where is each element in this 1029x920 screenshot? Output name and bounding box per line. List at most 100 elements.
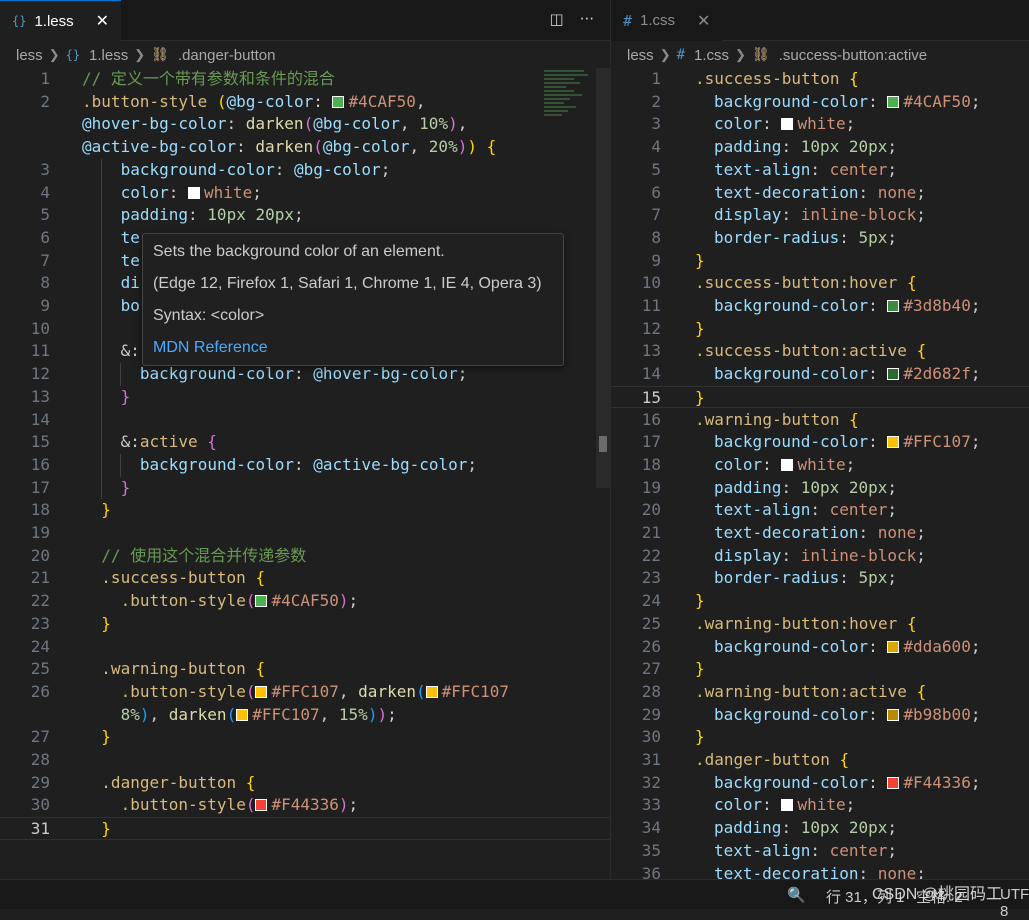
color-swatch[interactable] bbox=[887, 300, 900, 312]
more-actions-icon[interactable]: ··· bbox=[580, 10, 594, 28]
code-line[interactable]: 17 background-color: #FFC107; bbox=[611, 431, 1029, 454]
code-editor-less[interactable]: 1// 定义一个带有参数和条件的混合 2 .button-style (@bg-co… bbox=[0, 68, 610, 879]
close-icon[interactable]: ✕ bbox=[697, 11, 710, 31]
code-line[interactable]: 14 bbox=[0, 409, 610, 432]
code-line[interactable]: 28 bbox=[0, 749, 610, 772]
color-swatch[interactable] bbox=[236, 708, 249, 721]
code-line[interactable]: 23} bbox=[0, 613, 610, 636]
color-swatch[interactable] bbox=[332, 95, 345, 108]
code-line[interactable]: 16 .warning-button { bbox=[611, 409, 1029, 432]
color-swatch[interactable] bbox=[887, 708, 900, 721]
breadcrumb-file[interactable]: 1.css bbox=[694, 47, 729, 64]
code-line[interactable]: 24} bbox=[611, 590, 1029, 613]
code-line[interactable]: 24 bbox=[0, 636, 610, 659]
color-swatch[interactable] bbox=[188, 186, 201, 199]
code-line[interactable]: 20 // 使用这个混合并传递参数 bbox=[0, 545, 610, 568]
code-line[interactable]: 8 border-radius: 5px; bbox=[611, 227, 1029, 250]
code-line[interactable]: 29 background-color: #b98b00; bbox=[611, 704, 1029, 727]
color-swatch[interactable] bbox=[781, 799, 794, 812]
color-swatch[interactable] bbox=[887, 368, 900, 381]
color-swatch[interactable] bbox=[255, 799, 268, 812]
breadcrumb-symbol[interactable]: .danger-button bbox=[178, 47, 276, 64]
code-line[interactable]: 18 color: white; bbox=[611, 454, 1029, 477]
code-line[interactable]: 26 background-color: #dda600; bbox=[611, 636, 1029, 659]
zoom-icon[interactable]: 🔍 bbox=[787, 886, 806, 904]
code-line[interactable]: 11 background-color: #3d8b40; bbox=[611, 295, 1029, 318]
code-line[interactable]: 22 .button-style(#4CAF50); bbox=[0, 590, 610, 613]
color-swatch[interactable] bbox=[255, 685, 268, 698]
code-line[interactable]: @hover-bg-color: darken(@bg-color, 10%), bbox=[0, 113, 610, 136]
code-line[interactable]: 21 .success-button { bbox=[0, 567, 610, 590]
encoding-status[interactable]: UTF-8 bbox=[1000, 886, 1029, 920]
code-line[interactable]: 22 display: inline-block; bbox=[611, 545, 1029, 568]
code-line[interactable]: 33 color: white; bbox=[611, 794, 1029, 817]
code-line[interactable]: @active-bg-color: darken(@bg-color, 20%)… bbox=[0, 136, 610, 159]
code-line[interactable]: 10 .success-button:hover { bbox=[611, 272, 1029, 295]
code-line[interactable]: 3 color: white; bbox=[611, 113, 1029, 136]
scrollbar-thumb[interactable] bbox=[599, 436, 607, 452]
code-line[interactable]: 13} bbox=[0, 386, 610, 409]
code-line[interactable]: 32 background-color: #F44336; bbox=[611, 772, 1029, 795]
code-line[interactable]: 17} bbox=[0, 477, 610, 500]
mdn-reference-link[interactable]: MDN Reference bbox=[153, 336, 553, 368]
code-line[interactable]: 2 background-color: #4CAF50; bbox=[611, 91, 1029, 114]
code-line[interactable]: 28 .warning-button:active { bbox=[611, 681, 1029, 704]
code-line[interactable]: 27} bbox=[611, 658, 1029, 681]
code-line[interactable]: 3 background-color: @bg-color; bbox=[0, 159, 610, 182]
code-line[interactable]: 8%), darken(#FFC107, 15%)); bbox=[0, 704, 610, 727]
code-line[interactable]: 14 background-color: #2d682f; bbox=[611, 363, 1029, 386]
color-swatch[interactable] bbox=[887, 436, 900, 449]
code-line[interactable]: 15} bbox=[611, 385, 1029, 409]
tab-1-less[interactable]: {} 1.less ✕ bbox=[0, 0, 122, 41]
code-line[interactable]: 35 text-align: center; bbox=[611, 840, 1029, 863]
code-line[interactable]: 21 text-decoration: none; bbox=[611, 522, 1029, 545]
tab-1-css[interactable]: # 1.css ✕ bbox=[611, 0, 723, 41]
code-line[interactable]: 26 .button-style(#FFC107, darken(#FFC107 bbox=[0, 681, 610, 704]
code-line[interactable]: 1 // 定义一个带有参数和条件的混合 bbox=[0, 68, 610, 91]
code-line[interactable]: 5 text-align: center; bbox=[611, 159, 1029, 182]
close-icon[interactable]: ✕ bbox=[96, 11, 109, 31]
code-line[interactable]: 25 .warning-button { bbox=[0, 658, 610, 681]
breadcrumb-file[interactable]: 1.less bbox=[89, 47, 128, 64]
color-swatch[interactable] bbox=[781, 118, 794, 131]
code-line[interactable]: 13 .success-button:active { bbox=[611, 340, 1029, 363]
code-line[interactable]: 2 .button-style (@bg-color: #4CAF50, bbox=[0, 91, 610, 114]
code-line[interactable]: 12} bbox=[611, 318, 1029, 341]
code-line[interactable]: 31} bbox=[0, 817, 610, 840]
code-line[interactable]: 16 background-color: @active-bg-color; bbox=[0, 454, 610, 477]
breadcrumb-symbol[interactable]: .success-button:active bbox=[779, 47, 927, 64]
color-swatch[interactable] bbox=[887, 640, 900, 653]
color-swatch[interactable] bbox=[887, 776, 900, 789]
code-line[interactable]: 18} bbox=[0, 499, 610, 522]
code-line[interactable]: 29 .danger-button { bbox=[0, 772, 610, 795]
code-line[interactable]: 30 .button-style(#F44336); bbox=[0, 794, 610, 817]
breadcrumb-folder[interactable]: less bbox=[627, 47, 654, 64]
code-line[interactable]: 20 text-align: center; bbox=[611, 499, 1029, 522]
code-line[interactable]: 19 bbox=[0, 522, 610, 545]
code-line[interactable]: 31 .danger-button { bbox=[611, 749, 1029, 772]
breadcrumb-folder[interactable]: less bbox=[16, 47, 43, 64]
code-line[interactable]: 4 padding: 10px 20px; bbox=[611, 136, 1029, 159]
code-line[interactable]: 15 &:active { bbox=[0, 431, 610, 454]
vertical-scrollbar[interactable] bbox=[596, 68, 610, 488]
code-line[interactable]: 27} bbox=[0, 726, 610, 749]
color-swatch[interactable] bbox=[255, 595, 268, 608]
code-line[interactable]: 7 display: inline-block; bbox=[611, 204, 1029, 227]
color-swatch[interactable] bbox=[781, 458, 794, 471]
color-swatch[interactable] bbox=[425, 685, 438, 698]
code-line[interactable]: 34 padding: 10px 20px; bbox=[611, 817, 1029, 840]
minimap[interactable] bbox=[544, 68, 592, 138]
code-line[interactable]: 23 border-radius: 5px; bbox=[611, 567, 1029, 590]
code-line[interactable]: 6 text-decoration: none; bbox=[611, 182, 1029, 205]
code-line[interactable]: 9} bbox=[611, 250, 1029, 273]
code-line[interactable]: 1 .success-button { bbox=[611, 68, 1029, 91]
code-line[interactable]: 19 padding: 10px 20px; bbox=[611, 477, 1029, 500]
code-line[interactable]: 25 .warning-button:hover { bbox=[611, 613, 1029, 636]
code-line[interactable]: 36 text-decoration: none; bbox=[611, 863, 1029, 880]
color-swatch[interactable] bbox=[887, 95, 900, 108]
code-line[interactable]: 4 color: white; bbox=[0, 182, 610, 205]
code-editor-css[interactable]: 1 .success-button {2 background-color: #4C… bbox=[611, 68, 1029, 879]
split-editor-icon[interactable]: ◫ bbox=[550, 10, 564, 28]
code-line[interactable]: 30} bbox=[611, 726, 1029, 749]
code-line[interactable]: 5 padding: 10px 20px; bbox=[0, 204, 610, 227]
